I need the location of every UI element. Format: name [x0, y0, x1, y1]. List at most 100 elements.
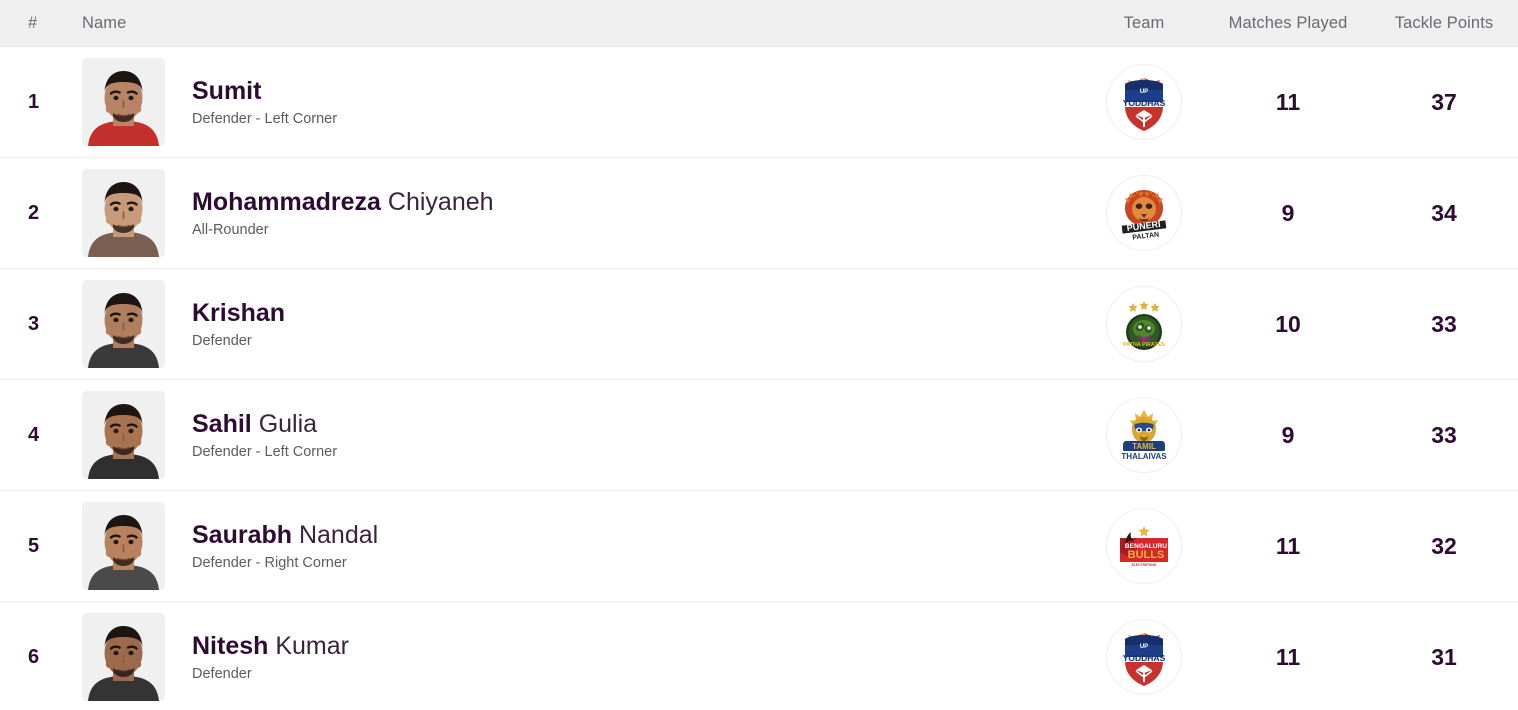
player-last-name: Nandal: [292, 521, 378, 549]
rank-value: 2: [28, 202, 39, 224]
player-first-name: Sahil: [192, 410, 252, 438]
player-rank: 1: [0, 91, 72, 114]
player-info: Sumit Defender - Left Corner: [192, 77, 337, 127]
tackle-points-value: 37: [1431, 89, 1457, 115]
tackle-points-value: 32: [1431, 533, 1457, 559]
tackle-points-cell: 31: [1370, 644, 1518, 671]
rank-value: 3: [28, 313, 39, 335]
svg-text:YODDHAS: YODDHAS: [1123, 653, 1166, 663]
rank-value: 1: [28, 91, 39, 113]
player-team-cell[interactable]: UP YODDHAS: [1082, 619, 1206, 695]
tackle-points-cell: 37: [1370, 89, 1518, 116]
tackle-points-value: 33: [1431, 422, 1457, 448]
patna-pirates-logo: PATNA PIRATES: [1106, 286, 1182, 362]
player-avatar: [82, 502, 165, 590]
player-full-name: Sahil Gulia: [192, 410, 337, 439]
rank-value: 5: [28, 535, 39, 557]
table-row[interactable]: 4 Sahil Gulia Defender - Left Corner: [0, 380, 1518, 491]
matches-played-value: 9: [1282, 200, 1295, 226]
tackle-points-cell: 33: [1370, 311, 1518, 338]
player-info: Saurabh Nandal Defender - Right Corner: [192, 521, 378, 571]
tackle-points-leaderboard: # Name Team Matches Played Tackle Points…: [0, 0, 1518, 710]
player-rank: 4: [0, 424, 72, 447]
player-team-cell[interactable]: PUNERI PALTAN: [1082, 175, 1206, 251]
player-full-name: Saurabh Nandal: [192, 521, 378, 550]
player-first-name: Sumit: [192, 77, 261, 105]
svg-text:THALAIVAS: THALAIVAS: [1121, 452, 1167, 461]
svg-text:UP: UP: [1140, 89, 1148, 95]
player-role: Defender - Right Corner: [192, 555, 378, 571]
up-yoddhas-logo: UP YODDHAS: [1106, 619, 1182, 695]
svg-text:PATNA PIRATES: PATNA PIRATES: [1123, 342, 1165, 348]
matches-played-value: 11: [1276, 644, 1300, 670]
player-info: Sahil Gulia Defender - Left Corner: [192, 410, 337, 460]
player-avatar: [82, 280, 165, 368]
matches-played-cell: 9: [1206, 200, 1370, 227]
matches-played-cell: 10: [1206, 311, 1370, 338]
rank-value: 6: [28, 646, 39, 668]
player-team-cell[interactable]: BENGALURU BULLS ELECTRIFYING: [1082, 508, 1206, 584]
matches-played-value: 9: [1282, 422, 1295, 448]
player-avatar: [82, 391, 165, 479]
player-full-name: Krishan: [192, 299, 285, 328]
svg-text:ELECTRIFYING: ELECTRIFYING: [1132, 563, 1157, 567]
table-header-row: # Name Team Matches Played Tackle Points: [0, 0, 1518, 47]
player-role: Defender: [192, 333, 285, 349]
svg-text:PALTAN: PALTAN: [1132, 231, 1159, 241]
player-role: All-Rounder: [192, 222, 494, 238]
tackle-points-cell: 34: [1370, 200, 1518, 227]
table-body: 1 Sumit Defender - Left Corner: [0, 47, 1518, 710]
player-name-cell[interactable]: Saurabh Nandal Defender - Right Corner: [72, 502, 1082, 590]
player-team-cell[interactable]: UP YODDHAS: [1082, 64, 1206, 140]
rank-value: 4: [28, 424, 39, 446]
up-yoddhas-logo: UP YODDHAS: [1106, 64, 1182, 140]
player-team-cell[interactable]: TAMIL THALAIVAS: [1082, 397, 1206, 473]
player-full-name: Nitesh Kumar: [192, 632, 349, 661]
svg-text:BULLS: BULLS: [1128, 549, 1165, 561]
player-first-name: Saurabh: [192, 521, 292, 549]
player-full-name: Sumit: [192, 77, 337, 106]
matches-played-value: 11: [1276, 89, 1300, 115]
player-first-name: Nitesh: [192, 632, 268, 660]
player-last-name: Chiyaneh: [381, 188, 494, 216]
player-name-cell[interactable]: Sumit Defender - Left Corner: [72, 58, 1082, 146]
table-row[interactable]: 5 Saurabh Nandal Defender - Right Corner: [0, 491, 1518, 602]
tackle-points-value: 31: [1431, 644, 1457, 670]
table-row[interactable]: 2 Mohammadreza Chiyaneh All-Rounder: [0, 158, 1518, 269]
player-team-cell[interactable]: PATNA PIRATES: [1082, 286, 1206, 362]
svg-text:YODDHAS: YODDHAS: [1123, 98, 1166, 108]
player-rank: 6: [0, 646, 72, 669]
table-row[interactable]: 3 Krishan Defender: [0, 269, 1518, 380]
player-rank: 3: [0, 313, 72, 336]
matches-played-value: 10: [1275, 311, 1301, 337]
column-header-team: Team: [1082, 14, 1206, 33]
tackle-points-value: 34: [1431, 200, 1457, 226]
svg-text:TAMIL: TAMIL: [1132, 442, 1156, 451]
matches-played-cell: 11: [1206, 89, 1370, 116]
player-name-cell[interactable]: Krishan Defender: [72, 280, 1082, 368]
table-row[interactable]: 1 Sumit Defender - Left Corner: [0, 47, 1518, 158]
player-info: Nitesh Kumar Defender: [192, 632, 349, 682]
player-avatar: [82, 169, 165, 257]
player-info: Mohammadreza Chiyaneh All-Rounder: [192, 188, 494, 238]
player-name-cell[interactable]: Sahil Gulia Defender - Left Corner: [72, 391, 1082, 479]
player-role: Defender: [192, 666, 349, 682]
player-rank: 5: [0, 535, 72, 558]
tackle-points-value: 33: [1431, 311, 1457, 337]
player-rank: 2: [0, 202, 72, 225]
player-info: Krishan Defender: [192, 299, 285, 349]
svg-text:UP: UP: [1140, 644, 1148, 650]
player-role: Defender - Left Corner: [192, 444, 337, 460]
player-full-name: Mohammadreza Chiyaneh: [192, 188, 494, 217]
player-name-cell[interactable]: Nitesh Kumar Defender: [72, 613, 1082, 701]
column-header-rank: #: [0, 14, 72, 33]
tackle-points-cell: 33: [1370, 422, 1518, 449]
tackle-points-cell: 32: [1370, 533, 1518, 560]
column-header-tackle-points: Tackle Points: [1370, 14, 1518, 33]
player-name-cell[interactable]: Mohammadreza Chiyaneh All-Rounder: [72, 169, 1082, 257]
matches-played-cell: 11: [1206, 533, 1370, 560]
column-header-name: Name: [72, 14, 1082, 33]
table-row[interactable]: 6 Nitesh Kumar Defender: [0, 602, 1518, 710]
player-avatar: [82, 613, 165, 701]
player-last-name: Gulia: [252, 410, 317, 438]
